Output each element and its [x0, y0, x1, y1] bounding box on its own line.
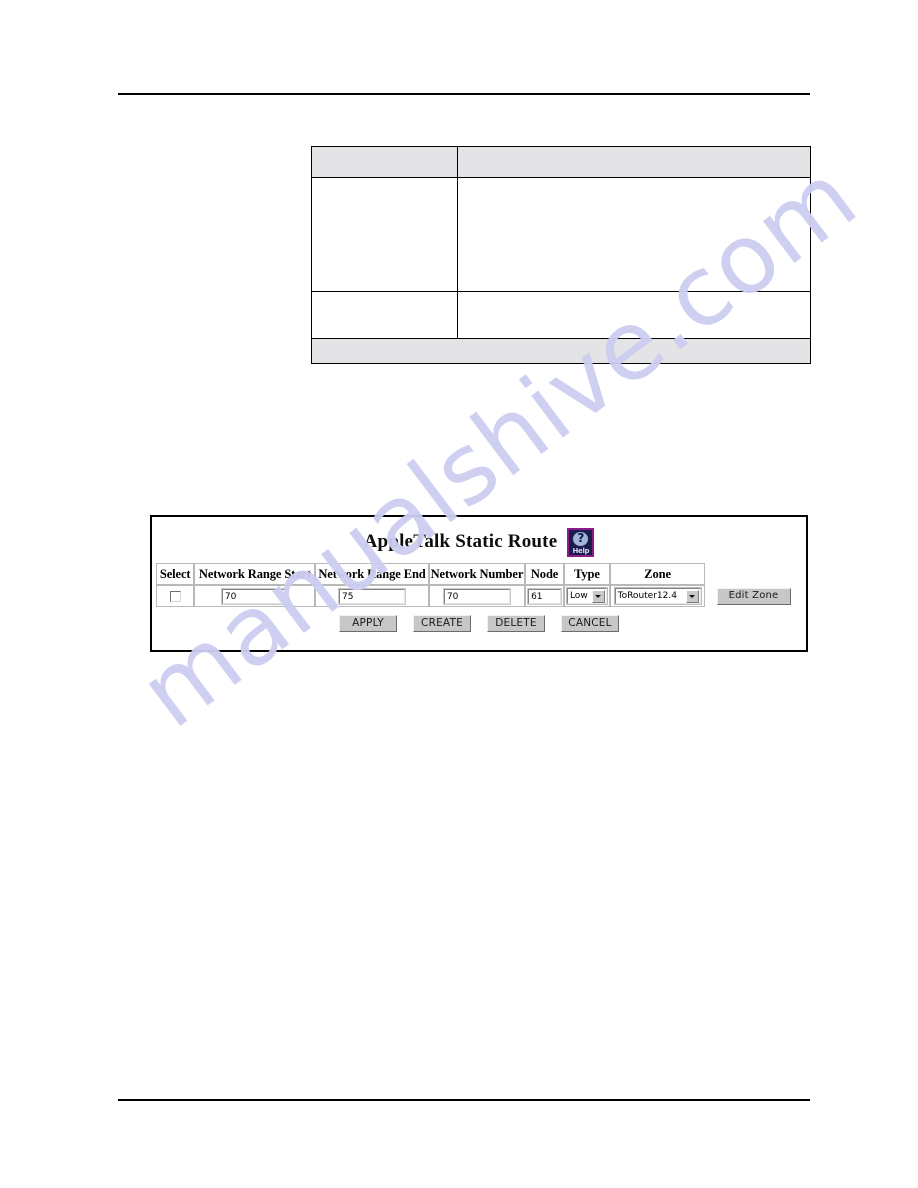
doc-table-body-cell-left	[310, 291, 459, 339]
cell-type: Low	[563, 585, 611, 607]
table-row: 70 75 70 61 Low ToRouter12.4 Edit Zone	[156, 585, 802, 607]
node-input[interactable]: 61	[527, 587, 563, 605]
doc-table-body-cell-right	[457, 177, 811, 292]
question-mark-icon: ?	[577, 530, 585, 545]
help-icon-label: Help	[572, 546, 590, 555]
cell-actions: Edit Zone	[705, 585, 802, 607]
zone-dropdown[interactable]: ToRouter12.4	[613, 587, 702, 606]
apply-button[interactable]: APPLY	[339, 614, 397, 632]
cell-zone: ToRouter12.4	[610, 585, 706, 607]
edit-zone-button[interactable]: Edit Zone	[716, 587, 791, 605]
chevron-down-icon[interactable]	[591, 589, 605, 603]
type-dropdown-value: Low	[569, 591, 588, 602]
doc-table-header-cell-left	[310, 146, 459, 178]
network-number-input[interactable]: 70	[442, 587, 511, 605]
column-header-zone: Zone	[610, 563, 706, 585]
network-range-end-input[interactable]: 75	[337, 587, 406, 605]
select-checkbox[interactable]	[169, 590, 181, 602]
column-header-node: Node	[525, 563, 564, 585]
column-header-select: Select	[156, 563, 195, 585]
doc-table-body-cell-left	[310, 177, 459, 292]
type-dropdown[interactable]: Low	[565, 587, 608, 606]
cell-select	[156, 585, 195, 607]
panel-title-row: AppleTalk Static Route ? Help	[152, 517, 806, 563]
header-rule	[118, 93, 810, 95]
network-range-start-input[interactable]: 70	[220, 587, 289, 605]
doc-table-body-cell-right	[457, 291, 811, 339]
page-title: AppleTalk Static Route	[363, 531, 558, 552]
cell-network-range-end: 75	[315, 585, 429, 607]
zone-dropdown-value: ToRouter12.4	[617, 591, 677, 602]
static-route-table: Select Network Range Start Network Range…	[156, 563, 802, 607]
column-header-network-range-start: Network Range Start	[194, 563, 316, 585]
cell-network-number: 70	[428, 585, 526, 607]
cancel-button[interactable]: CANCEL	[561, 614, 619, 632]
cell-node: 61	[525, 585, 564, 607]
table-row	[311, 338, 811, 364]
delete-button[interactable]: DELETE	[487, 614, 545, 632]
create-button[interactable]: CREATE	[413, 614, 471, 632]
column-header-network-range-end: Network Range End	[315, 563, 429, 585]
help-icon[interactable]: ? Help	[567, 527, 595, 557]
cell-network-range-start: 70	[194, 585, 316, 607]
column-header-type: Type	[563, 563, 611, 585]
table-row	[310, 291, 811, 339]
doc-table-header-cell-right	[457, 146, 811, 178]
table-row	[310, 177, 811, 292]
document-table	[310, 146, 811, 364]
column-header-actions	[705, 563, 802, 585]
doc-table-footer-cell	[311, 338, 811, 364]
table-header-row: Select Network Range Start Network Range…	[156, 563, 802, 585]
appletalk-static-route-panel: AppleTalk Static Route ? Help Select Net…	[150, 515, 808, 652]
column-header-network-number: Network Number	[428, 563, 526, 585]
table-row	[310, 146, 811, 178]
footer-rule	[118, 1099, 810, 1101]
chevron-down-icon[interactable]	[685, 589, 699, 603]
action-button-row: APPLY CREATE DELETE CANCEL	[152, 614, 806, 632]
